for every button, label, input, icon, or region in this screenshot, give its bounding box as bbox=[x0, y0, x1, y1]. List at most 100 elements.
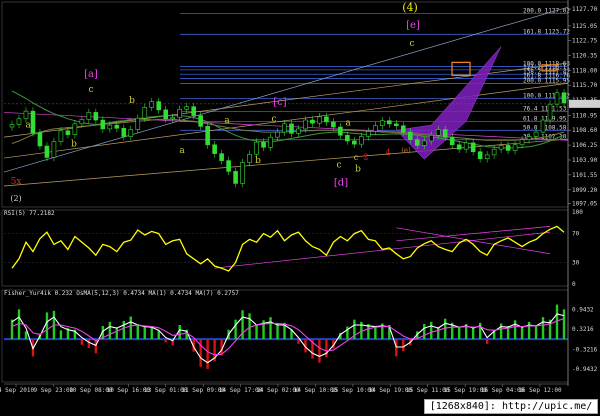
candle-body bbox=[345, 134, 350, 142]
candle-body bbox=[505, 145, 511, 151]
candle-body bbox=[428, 134, 434, 142]
candle-body bbox=[135, 117, 141, 130]
candle-body bbox=[533, 131, 539, 137]
price-tick-label: 1106.25 bbox=[572, 142, 598, 149]
wave-label: a bbox=[345, 119, 351, 129]
candle-body bbox=[72, 123, 78, 135]
candle-body bbox=[470, 142, 476, 153]
chart-canvas: 200.0 1127.02161.8 1123.72100.0 1118.631… bbox=[0, 0, 600, 416]
candle-body bbox=[477, 151, 483, 160]
wave-label: c bbox=[409, 39, 414, 49]
rsi-tick-label: 30 bbox=[572, 259, 580, 266]
time-tick-label: 16 Sep 12:00 bbox=[518, 387, 562, 394]
wave-label: 4 bbox=[385, 148, 390, 157]
candle-body bbox=[366, 131, 371, 137]
candle-body bbox=[373, 125, 378, 132]
candle-body bbox=[547, 103, 553, 121]
fib-level-label: 76.4 1111.53 bbox=[523, 106, 567, 113]
candle-body bbox=[303, 119, 308, 130]
rsi-tick-label: 100 bbox=[572, 209, 583, 216]
price-tick-label: 1110.95 bbox=[572, 112, 598, 119]
candle-body bbox=[247, 153, 252, 163]
candle-body bbox=[226, 160, 231, 172]
candle-body bbox=[484, 154, 490, 160]
candle-body bbox=[414, 139, 420, 146]
wave-label: a bbox=[179, 146, 185, 156]
fisher-tick-label: 0.9432 bbox=[572, 306, 594, 313]
candle-body bbox=[191, 106, 196, 116]
candle-body bbox=[233, 171, 238, 184]
candle-body bbox=[93, 112, 99, 121]
candle-body bbox=[359, 136, 364, 145]
candle-body bbox=[219, 153, 224, 161]
watermark-badge[interactable]: [1268x840]: http://upic.me/ bbox=[424, 399, 598, 414]
price-tick-label: 1103.90 bbox=[572, 157, 598, 164]
candle-body bbox=[456, 144, 462, 150]
price-tick-label: 1115.70 bbox=[572, 82, 598, 89]
candle-body bbox=[317, 116, 322, 124]
time-tick-label: 4 Sep 2010 bbox=[0, 387, 34, 394]
wave-label: 2 bbox=[363, 152, 368, 161]
wave-label: [a] bbox=[84, 69, 98, 80]
price-tick-label: 1122.75 bbox=[572, 37, 598, 44]
candle-body bbox=[498, 145, 504, 150]
wave-label: b bbox=[255, 156, 261, 166]
candle-body bbox=[121, 127, 127, 137]
price-tick-label: 1120.35 bbox=[572, 53, 598, 60]
price-tick-label: 1118.00 bbox=[572, 68, 598, 75]
wave-label: (e) bbox=[401, 146, 411, 154]
candle-body bbox=[540, 119, 546, 133]
candle-body bbox=[51, 141, 57, 158]
wave-label: [c] bbox=[273, 97, 287, 108]
price-tick-label: 1108.60 bbox=[572, 127, 598, 134]
candle-body bbox=[275, 131, 280, 138]
candle-body bbox=[394, 123, 399, 127]
candle-body bbox=[554, 92, 560, 105]
wave-label: [d] bbox=[334, 177, 348, 188]
candle-body bbox=[23, 110, 29, 120]
candle-body bbox=[561, 92, 567, 104]
candle-body bbox=[86, 112, 92, 120]
candle-body bbox=[352, 140, 357, 145]
fisher-title: Fisher_Yur4ik 0.232 OsMA(5,12,3) 0.4734 … bbox=[4, 290, 239, 297]
candle-body bbox=[331, 121, 336, 128]
candle-body bbox=[442, 129, 448, 138]
fisher-tick-label: -0.3216 bbox=[572, 346, 598, 353]
wave-label: b bbox=[71, 140, 77, 150]
candle-body bbox=[37, 132, 43, 147]
candle-body bbox=[65, 130, 71, 135]
candle-body bbox=[240, 162, 245, 184]
candle-body bbox=[79, 119, 85, 125]
candle-body bbox=[449, 136, 455, 146]
chart-background bbox=[0, 0, 600, 416]
candle-body bbox=[491, 148, 497, 156]
candle-body bbox=[519, 139, 525, 146]
candle-body bbox=[170, 117, 176, 120]
wave-label: (4) bbox=[402, 1, 418, 14]
candle-body bbox=[338, 126, 343, 136]
wave-label: (2) bbox=[10, 194, 21, 203]
wave-label: c bbox=[336, 161, 341, 171]
wave-label: c bbox=[271, 114, 276, 124]
candle-body bbox=[380, 120, 385, 127]
candle-body bbox=[184, 106, 189, 110]
candle-body bbox=[254, 141, 259, 155]
candle-body bbox=[421, 140, 427, 146]
price-tick-label: 1125.05 bbox=[572, 23, 598, 30]
rsi-tick-label: 0 bbox=[572, 281, 576, 288]
candle-body bbox=[128, 129, 134, 137]
candle-body bbox=[387, 120, 392, 125]
candle-body bbox=[205, 126, 210, 146]
candle-body bbox=[268, 136, 273, 148]
fib-level-label: 200.0 1115.95 bbox=[523, 78, 570, 85]
candle-body bbox=[198, 115, 203, 127]
wave-label: a bbox=[224, 116, 230, 126]
fisher-tick-label: -0.9432 bbox=[572, 366, 598, 373]
time-tick-label: 9 Sep 23:00 bbox=[34, 387, 74, 394]
candle-body bbox=[9, 124, 15, 128]
candle-body bbox=[463, 142, 469, 150]
price-tick-label: 1097.05 bbox=[572, 200, 598, 207]
candle-body bbox=[310, 119, 315, 124]
candle-body bbox=[435, 129, 441, 136]
candle-body bbox=[100, 119, 106, 130]
